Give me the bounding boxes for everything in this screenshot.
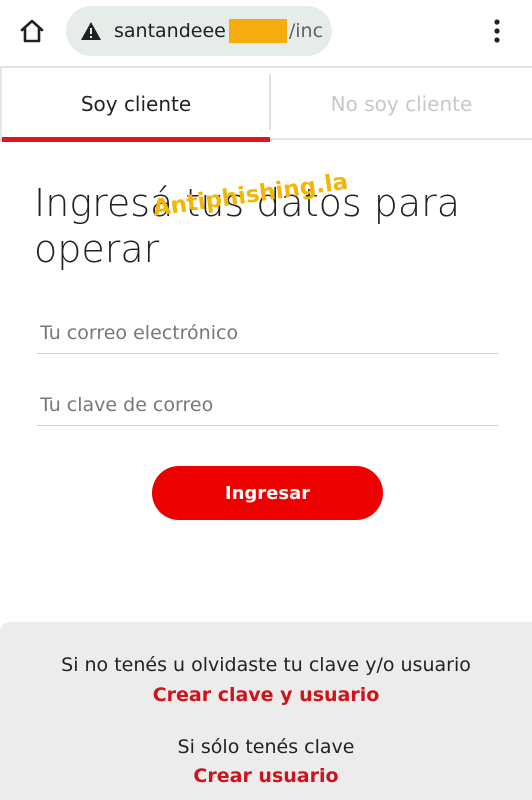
customer-tabs: Soy cliente No soy cliente [0,68,532,142]
create-user-link[interactable]: Crear usuario [0,765,532,787]
kebab-menu-icon[interactable] [485,15,509,47]
tab-soy-cliente[interactable]: Soy cliente [0,68,270,142]
warning-triangle-icon[interactable] [80,20,102,42]
active-tab-indicator [2,137,270,142]
email-field[interactable] [37,312,498,354]
browser-toolbar: santandeee /inc [0,0,532,66]
password-input[interactable] [37,384,498,425]
login-button[interactable]: Ingresar [152,466,383,520]
url-path: /inc [288,20,324,42]
url-text: santandeee /inc [114,19,323,43]
tab-label: Soy cliente [80,92,192,116]
forgot-credentials-text: Si no tenés u olvidaste tu clave y/o usu… [61,654,471,676]
create-key-and-user-link[interactable]: Crear clave y usuario [0,684,532,706]
help-footer: Si no tenés u olvidaste tu clave y/o usu… [0,622,532,800]
home-icon[interactable] [17,16,47,46]
password-field[interactable] [37,384,498,426]
address-bar[interactable]: santandeee /inc [66,6,332,56]
url-redaction [228,19,287,43]
email-input[interactable] [37,312,498,353]
tab-label: No soy cliente [330,92,473,116]
only-key-text: Si sólo tenés clave [177,736,355,758]
url-domain: santandeee [114,20,226,42]
tab-no-soy-cliente[interactable]: No soy cliente [271,68,532,140]
